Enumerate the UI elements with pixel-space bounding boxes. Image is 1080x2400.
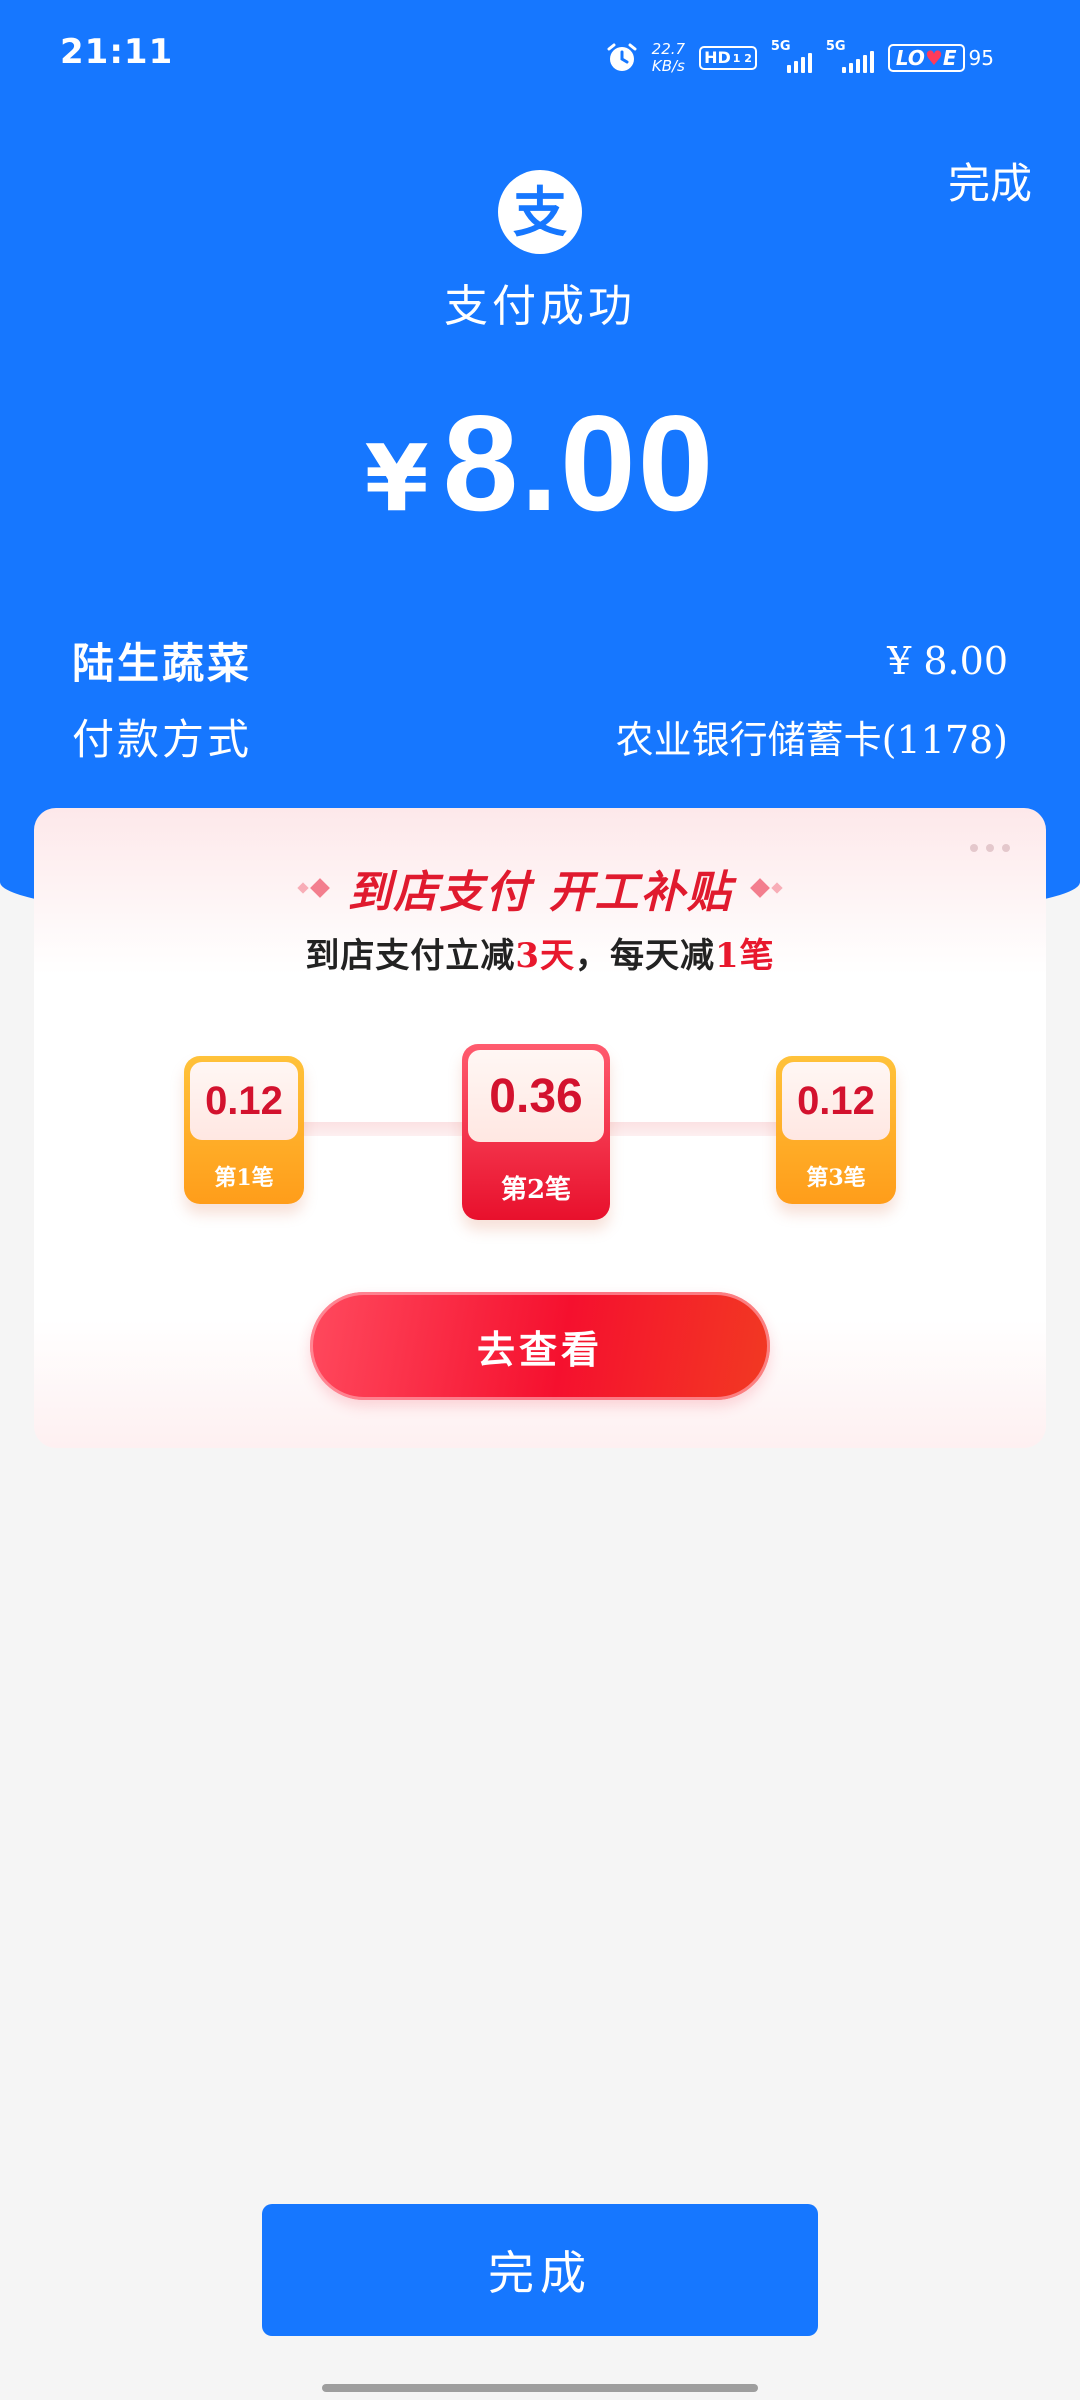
promo-subtitle-b: ，每天减 bbox=[575, 936, 715, 976]
battery-brand: LO ♥ E bbox=[887, 44, 965, 72]
promo-title-text: 到店支付 开工补贴 bbox=[347, 867, 733, 918]
check-offer-button[interactable]: 去查看 bbox=[310, 1292, 770, 1400]
top-done-link[interactable]: 完成 bbox=[948, 150, 1032, 211]
merchant-amount: ¥ 8.00 bbox=[887, 638, 1008, 683]
alipay-logo-char: 支 bbox=[513, 180, 567, 244]
battery-level: 95 bbox=[968, 46, 994, 70]
promo-card[interactable]: 到店支付 开工补贴 到店支付立减3天，每天减1笔 0.12 第1笔 0.36 第… bbox=[34, 808, 1046, 1448]
status-bar: 21:11 22.7 KB/s HD 1 2 5G 5G LO ♥ E 95 bbox=[0, 0, 1080, 110]
promo-subtitle-count: 1笔 bbox=[715, 936, 775, 976]
payment-status-title: 支付成功 bbox=[444, 281, 636, 332]
coupon-3-label: 第3笔 bbox=[806, 1165, 866, 1191]
diamond-deco-icon bbox=[297, 878, 331, 898]
hd-label: HD bbox=[704, 48, 731, 67]
battery-icon: LO ♥ E 95 bbox=[887, 44, 994, 72]
amount-value: 8.00 bbox=[442, 387, 716, 539]
coupon-2: 0.36 第2笔 bbox=[462, 1044, 610, 1220]
coupon-3-value: 0.12 bbox=[782, 1062, 890, 1140]
merchant-row: 陆生蔬菜 ¥ 8.00 bbox=[72, 630, 1008, 691]
coupon-3: 0.12 第3笔 bbox=[776, 1056, 896, 1204]
network-speed: 22.7 KB/s bbox=[652, 41, 685, 75]
payment-method-value: 农业银行储蓄卡(1178) bbox=[615, 718, 1008, 762]
merchant-name: 陆生蔬菜 bbox=[72, 639, 253, 688]
status-time: 21:11 bbox=[60, 32, 174, 72]
sim2-type: 5G bbox=[825, 39, 846, 54]
alipay-logo-icon: 支 bbox=[498, 170, 582, 254]
network-speed-unit: KB/s bbox=[651, 57, 685, 75]
coupon-1-value: 0.12 bbox=[190, 1062, 298, 1140]
coupon-1-label: 第1笔 bbox=[214, 1165, 274, 1191]
promo-subtitle-a: 到店支付立减 bbox=[305, 936, 516, 976]
signal-icon-sim2: 5G bbox=[826, 39, 874, 73]
coupon-2-label: 第2笔 bbox=[500, 1175, 572, 1205]
promo-subtitle: 到店支付立减3天，每天减1笔 bbox=[34, 928, 1046, 977]
diamond-deco-icon bbox=[749, 878, 783, 898]
more-icon[interactable] bbox=[970, 844, 1010, 852]
coupon-2-value: 0.36 bbox=[468, 1050, 604, 1142]
signal-icon-sim1: 5G bbox=[771, 39, 812, 73]
done-button[interactable]: 完成 bbox=[262, 2204, 818, 2336]
promo-title: 到店支付 开工补贴 bbox=[34, 856, 1046, 920]
payment-method-row: 付款方式 农业银行储蓄卡(1178) bbox=[72, 706, 1008, 767]
payment-amount: ¥ 8.00 bbox=[0, 385, 1080, 541]
sim1-type: 5G bbox=[770, 39, 791, 54]
network-speed-value: 22.7 bbox=[651, 40, 686, 58]
hd-voice-icon: HD 1 2 bbox=[699, 46, 757, 70]
currency-symbol: ¥ bbox=[364, 425, 429, 532]
payment-method-label: 付款方式 bbox=[72, 715, 253, 764]
coupon-1: 0.12 第1笔 bbox=[184, 1056, 304, 1204]
alarm-icon bbox=[607, 43, 637, 71]
promo-subtitle-days: 3天 bbox=[515, 936, 575, 976]
status-icons: 22.7 KB/s HD 1 2 5G 5G LO ♥ E 95 bbox=[606, 36, 994, 80]
home-indicator[interactable] bbox=[322, 2384, 758, 2392]
hd-sub: 1 2 bbox=[732, 51, 752, 65]
